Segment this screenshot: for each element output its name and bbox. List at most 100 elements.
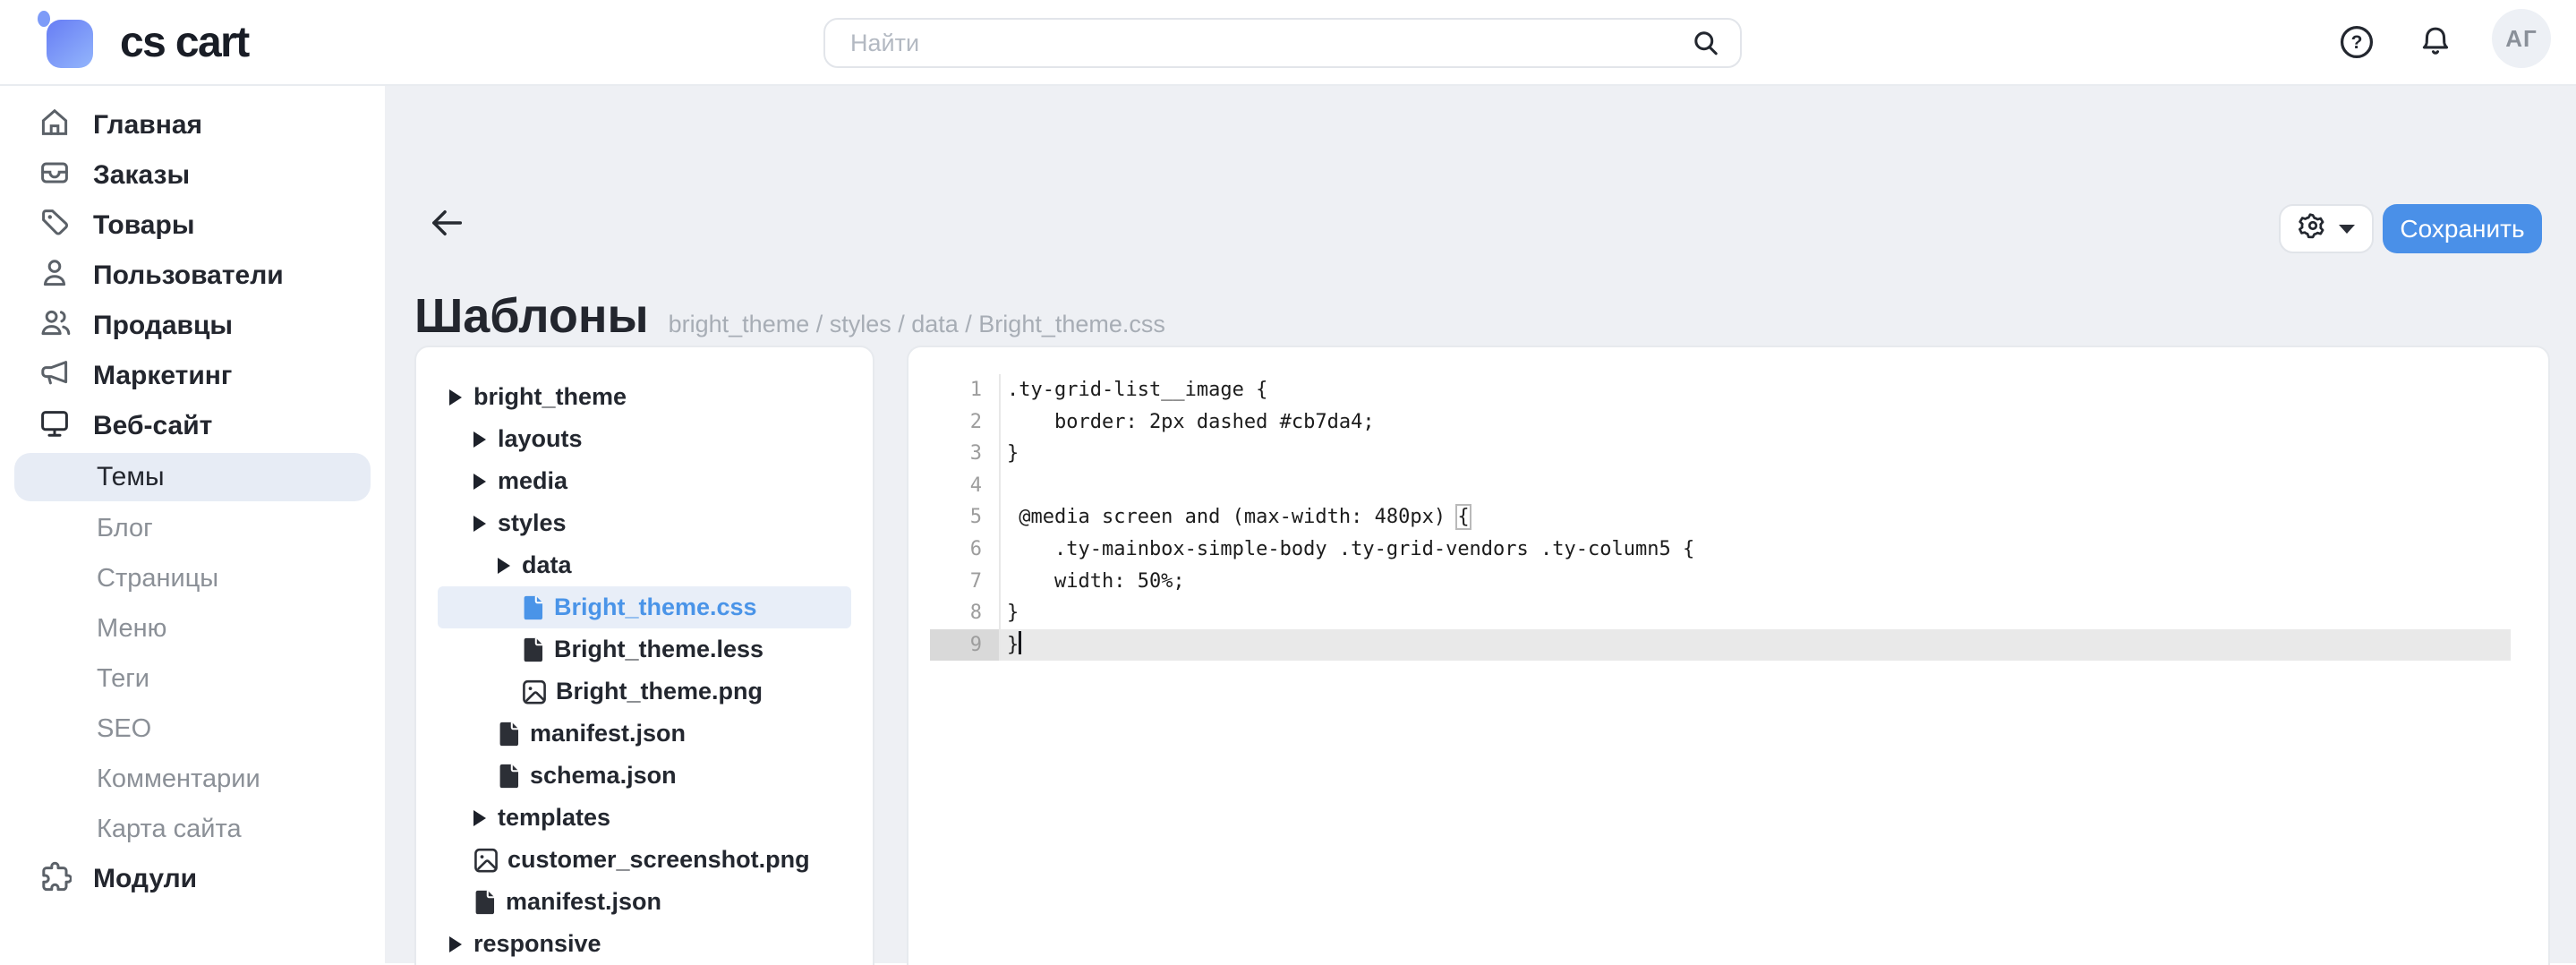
tree-item-label: media bbox=[498, 467, 567, 495]
avatar[interactable]: АГ bbox=[2492, 9, 2551, 68]
file-icon bbox=[522, 594, 545, 621]
sidebar-item-themes-selected[interactable]: Темы bbox=[14, 453, 371, 501]
code-line-5[interactable]: 5 @media screen and (max-width: 480px) { bbox=[908, 501, 2548, 534]
sidebar-item-label: Продавцы bbox=[93, 311, 233, 341]
sidebar-item-inbox[interactable]: Заказы bbox=[0, 150, 385, 201]
tree-item-label: Bright_theme.less bbox=[554, 636, 763, 663]
header-actions: Сохранить bbox=[2279, 204, 2542, 253]
tag-icon bbox=[38, 205, 72, 246]
main-content: Шаблоны bright_theme / styles / data / B… bbox=[385, 86, 2576, 963]
matched-bracket: { bbox=[1457, 506, 1469, 528]
help-icon[interactable]: ? bbox=[2338, 23, 2376, 61]
code-line-8[interactable]: 8} bbox=[908, 597, 2548, 629]
sidebar-item-users[interactable]: Продавцы bbox=[0, 301, 385, 351]
tree-item-label: templates bbox=[498, 804, 610, 832]
sidebar-item-label: Заказы bbox=[93, 160, 190, 191]
tree-item-label: bright_theme bbox=[473, 383, 627, 411]
expand-arrow-icon[interactable] bbox=[449, 936, 462, 952]
tree-file-Bright_theme.png[interactable]: Bright_theme.png bbox=[438, 670, 851, 713]
tree-folder-styles[interactable]: styles bbox=[438, 502, 851, 544]
tree-folder-media[interactable]: media bbox=[438, 460, 851, 502]
tree-file-Bright_theme.less[interactable]: Bright_theme.less bbox=[438, 628, 851, 670]
sidebar-subitem[interactable]: Блог bbox=[0, 503, 385, 553]
tree-folder-responsive[interactable]: responsive bbox=[438, 923, 851, 965]
sidebar-item-label: Товары bbox=[93, 210, 194, 241]
search-input[interactable] bbox=[825, 30, 1692, 57]
search-icon[interactable] bbox=[1692, 29, 1720, 57]
expand-arrow-icon[interactable] bbox=[473, 431, 486, 448]
line-number: 5 bbox=[908, 501, 1001, 534]
sidebar-subitem[interactable]: Меню bbox=[0, 603, 385, 653]
global-search bbox=[823, 18, 1742, 68]
tree-file-Bright_theme.css[interactable]: Bright_theme.css bbox=[438, 586, 851, 628]
expand-arrow-icon[interactable] bbox=[473, 810, 486, 826]
tree-item-label: manifest.json bbox=[530, 720, 686, 747]
tree-file-manifest.json[interactable]: manifest.json bbox=[438, 881, 851, 923]
expand-arrow-icon[interactable] bbox=[473, 474, 486, 490]
expand-arrow-icon[interactable] bbox=[498, 558, 510, 574]
sidebar-item-user[interactable]: Пользователи bbox=[0, 251, 385, 301]
file-icon bbox=[522, 636, 545, 663]
settings-dropdown-button[interactable] bbox=[2279, 204, 2374, 253]
sidebar-item-label: Веб-сайт bbox=[93, 411, 212, 441]
line-number: 1 bbox=[908, 374, 1001, 406]
image-file-icon bbox=[522, 679, 547, 705]
tree-folder-data[interactable]: data bbox=[438, 544, 851, 586]
sidebar-item-label: Главная bbox=[93, 110, 202, 141]
sidebar-item-tag[interactable]: Товары bbox=[0, 201, 385, 251]
sidebar-item-label: Модули bbox=[93, 864, 197, 894]
sidebar-subitem[interactable]: Страницы bbox=[0, 553, 385, 603]
sidebar-subitem[interactable]: Теги bbox=[0, 653, 385, 704]
image-file-icon bbox=[473, 847, 499, 874]
tree-file-customer_screenshot.png[interactable]: customer_screenshot.png bbox=[438, 839, 851, 881]
back-arrow-button[interactable] bbox=[426, 202, 467, 251]
code-line-3[interactable]: 3} bbox=[908, 438, 2548, 470]
line-number: 8 bbox=[908, 597, 1001, 629]
tree-folder-layouts[interactable]: layouts bbox=[438, 418, 851, 460]
sidebar-item-megaphone[interactable]: Маркетинг bbox=[0, 351, 385, 401]
code-text: } bbox=[1001, 597, 2511, 629]
sidebar-subitem-label: Страницы bbox=[97, 564, 218, 594]
expand-arrow-icon[interactable] bbox=[473, 516, 486, 532]
code-line-1[interactable]: 1.ty-grid-list__image { bbox=[908, 374, 2548, 406]
code-text: border: 2px dashed #cb7da4; bbox=[1001, 406, 2511, 439]
save-button[interactable]: Сохранить bbox=[2383, 204, 2542, 253]
expand-arrow-icon[interactable] bbox=[449, 389, 462, 406]
sidebar-subitem[interactable]: SEO bbox=[0, 704, 385, 754]
code-line-6[interactable]: 6 .ty-mainbox-simple-body .ty-grid-vendo… bbox=[908, 534, 2548, 566]
file-tree-panel: bright_themelayoutsmediastylesdataBright… bbox=[414, 346, 874, 965]
code-line-7[interactable]: 7 width: 50%; bbox=[908, 566, 2548, 598]
sidebar-subitem-label: Блог bbox=[97, 514, 153, 543]
cs-cart-logo-text: cs cart bbox=[120, 18, 249, 67]
sidebar-subitem-label: Теги bbox=[97, 664, 149, 694]
tree-item-label: Bright_theme.png bbox=[556, 678, 763, 705]
line-number: 7 bbox=[908, 566, 1001, 598]
topbar: cs cart ? АГ bbox=[0, 0, 2576, 86]
sidebar-subitem[interactable]: Комментарии bbox=[0, 754, 385, 804]
tree-item-label: manifest.json bbox=[506, 888, 661, 916]
file-icon bbox=[473, 889, 497, 916]
sidebar-item-home[interactable]: Главная bbox=[0, 100, 385, 150]
code-line-9[interactable]: 9} bbox=[908, 629, 2548, 662]
sidebar-item-modules[interactable]: Модули bbox=[0, 854, 385, 904]
code-line-2[interactable]: 2 border: 2px dashed #cb7da4; bbox=[908, 406, 2548, 439]
file-icon bbox=[498, 721, 521, 747]
tree-file-manifest.json[interactable]: manifest.json bbox=[438, 713, 851, 755]
notifications-bell-icon[interactable] bbox=[2417, 23, 2454, 61]
svg-text:?: ? bbox=[2351, 32, 2363, 53]
sidebar-item-monitor[interactable]: Веб-сайт bbox=[0, 401, 385, 451]
code-text bbox=[1001, 470, 2511, 502]
sidebar-subitem-label: Карта сайта bbox=[97, 815, 242, 844]
sidebar-item-label: Пользователи bbox=[93, 260, 284, 291]
tree-folder-bright_theme[interactable]: bright_theme bbox=[438, 376, 851, 418]
cs-cart-logo[interactable]: cs cart bbox=[47, 16, 249, 68]
code-line-4[interactable]: 4 bbox=[908, 470, 2548, 502]
inbox-icon bbox=[38, 155, 72, 196]
sidebar-subitem-label: Комментарии bbox=[97, 764, 260, 794]
tree-folder-templates[interactable]: templates bbox=[438, 797, 851, 839]
sidebar-subitem[interactable]: Карта сайта bbox=[0, 804, 385, 854]
tree-file-schema.json[interactable]: schema.json bbox=[438, 755, 851, 797]
megaphone-icon bbox=[38, 355, 72, 397]
breadcrumb: bright_theme / styles / data / Bright_th… bbox=[669, 311, 1165, 338]
code-editor[interactable]: 1.ty-grid-list__image {2 border: 2px das… bbox=[907, 346, 2550, 965]
